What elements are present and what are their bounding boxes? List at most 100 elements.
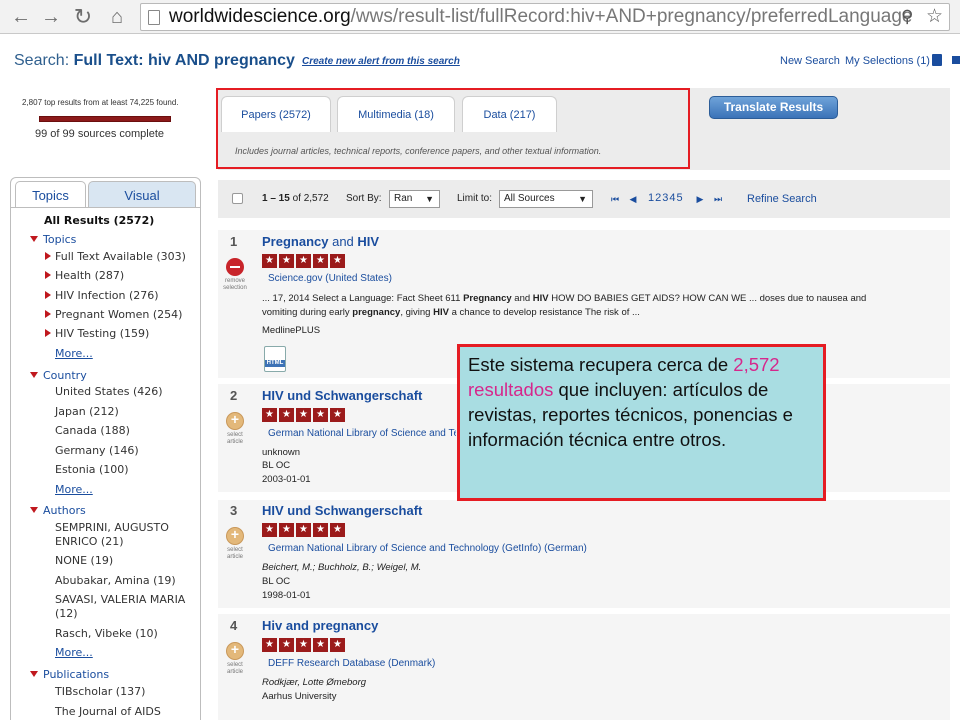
result-source[interactable]: Science.gov (United States) (268, 273, 392, 284)
star-icon: ★ (296, 638, 311, 652)
collapse-triangle-icon[interactable] (30, 507, 38, 513)
facet-item[interactable]: SEMPRINI, AUGUSTO (55, 521, 169, 534)
html-file-icon[interactable]: HTML (264, 346, 286, 372)
facet-more-link[interactable]: More... (55, 347, 93, 360)
result-title[interactable]: Pregnancy and HIV (262, 234, 379, 249)
result-meta: 1998-01-01 (262, 590, 311, 601)
trash-icon[interactable] (932, 54, 942, 66)
facet-item[interactable]: HIV Infection (276) (55, 289, 159, 302)
result-source[interactable]: German National Library of Science and T… (268, 428, 456, 439)
facet-item[interactable]: Health (287) (55, 269, 124, 282)
all-results-link[interactable]: All Results (2572) (44, 214, 154, 227)
expand-triangle-icon[interactable] (45, 252, 51, 260)
collapse-triangle-icon[interactable] (30, 372, 38, 378)
facet-item[interactable]: The Journal of AIDS (55, 705, 161, 718)
facet-item[interactable]: Canada (188) (55, 424, 130, 437)
facet-item[interactable]: United States (426) (55, 385, 163, 398)
home-icon[interactable]: ⌂ (106, 6, 128, 28)
star-icon: ★ (262, 408, 277, 422)
facet-item[interactable]: HIV Testing (159) (55, 327, 149, 340)
next-page-icon[interactable]: ▶ (695, 194, 705, 204)
sidebar-tab-divider (10, 207, 201, 208)
expand-triangle-icon[interactable] (45, 329, 51, 337)
bookmark-star-icon[interactable]: ☆ (926, 5, 943, 28)
star-rating: ★ ★ ★ ★ ★ (262, 638, 345, 652)
select-article-icon[interactable] (226, 526, 244, 545)
result-number: 1 (230, 234, 238, 249)
limit-select[interactable]: All Sources ▼ (499, 190, 593, 208)
collapse-triangle-icon[interactable] (30, 236, 38, 242)
search-icon[interactable]: ⚲ (901, 7, 913, 27)
result-title[interactable]: HIV und Schwangerschaft (262, 503, 422, 518)
star-icon: ★ (296, 254, 311, 268)
sidebar-tab-topics[interactable]: Topics (15, 181, 86, 208)
facet-item[interactable]: (12) (55, 607, 78, 620)
star-icon: ★ (313, 523, 328, 537)
facet-item[interactable]: NONE (19) (55, 554, 113, 567)
url-text: worldwidescience.org/wws/result-list/ful… (169, 6, 913, 27)
star-icon: ★ (330, 408, 345, 422)
facet-item[interactable]: Pregnant Women (254) (55, 308, 182, 321)
star-icon: ★ (279, 408, 294, 422)
facet-item[interactable]: SAVASI, VALERIA MARIA (55, 593, 185, 606)
page-numbers[interactable]: 12345 (648, 192, 684, 204)
last-page-icon[interactable]: ⏭ (713, 194, 723, 204)
facet-heading-topics[interactable]: Topics (43, 233, 76, 246)
first-page-icon[interactable]: ⏮ (610, 194, 620, 204)
facet-heading-country[interactable]: Country (43, 369, 87, 382)
back-arrow-icon[interactable]: ← (10, 6, 32, 28)
sort-select[interactable]: Ran ▼ (389, 190, 440, 208)
facet-more-link[interactable]: More... (55, 483, 93, 496)
dropdown-arrow-icon: ▼ (425, 194, 434, 204)
star-icon: ★ (262, 254, 277, 268)
facet-more-link[interactable]: More... (55, 646, 93, 659)
sources-complete-text: 99 of 99 sources complete (35, 128, 165, 140)
facet-item[interactable]: Estonia (100) (55, 463, 129, 476)
star-icon: ★ (296, 523, 311, 537)
result-title[interactable]: Hiv and pregnancy (262, 618, 378, 633)
result-title[interactable]: HIV und Schwangerschaft (262, 388, 422, 403)
refine-search-link[interactable]: Refine Search (747, 193, 817, 205)
collapse-triangle-icon[interactable] (30, 671, 38, 677)
expand-triangle-icon[interactable] (45, 291, 51, 299)
star-icon: ★ (279, 638, 294, 652)
facet-item[interactable]: Germany (146) (55, 444, 139, 457)
results-found-text: 2,807 top results from at least 74,225 f… (22, 98, 179, 107)
translate-results-button[interactable]: Translate Results (709, 96, 838, 119)
facet-item[interactable]: Abubakar, Amina (19) (55, 574, 176, 587)
facet-item[interactable]: ENRICO (21) (55, 535, 123, 548)
facet-item[interactable]: Rasch, Vibeke (10) (55, 627, 158, 640)
select-all-checkbox[interactable] (232, 193, 243, 204)
remove-selection-icon[interactable] (226, 258, 244, 276)
address-bar[interactable]: worldwidescience.org/wws/result-list/ful… (140, 3, 950, 31)
page-icon (148, 10, 160, 25)
highlight-box-tabs (216, 88, 690, 169)
sort-label: Sort By: (346, 193, 382, 204)
expand-triangle-icon[interactable] (45, 310, 51, 318)
result-source[interactable]: DEFF Research Database (Denmark) (268, 658, 435, 669)
create-alert-link[interactable]: Create new alert from this search (302, 56, 460, 67)
forward-arrow-icon[interactable]: → (40, 6, 62, 28)
star-icon: ★ (279, 523, 294, 537)
select-article-icon[interactable] (226, 641, 244, 660)
sidebar-tab-visual[interactable]: Visual (88, 181, 196, 208)
print-icon[interactable] (952, 56, 960, 64)
results-range: 1 – 15 of 2,572 (262, 193, 329, 204)
result-source[interactable]: German National Library of Science and T… (268, 543, 587, 554)
facet-heading-authors[interactable]: Authors (43, 504, 86, 517)
reload-icon[interactable]: ↻ (72, 6, 94, 28)
facet-item[interactable]: TIBscholar (137) (55, 685, 145, 698)
my-selections-link[interactable]: My Selections (1) (845, 55, 930, 67)
facet-heading-publications[interactable]: Publications (43, 668, 109, 681)
star-rating: ★ ★ ★ ★ ★ (262, 254, 345, 268)
dropdown-arrow-icon: ▼ (578, 194, 587, 204)
select-article-icon[interactable] (226, 411, 244, 430)
facet-item[interactable]: Japan (212) (55, 405, 119, 418)
icon-caption: select article (226, 662, 243, 675)
prev-page-icon[interactable]: ◀ (628, 194, 638, 204)
facet-item[interactable]: Full Text Available (303) (55, 250, 186, 263)
star-icon: ★ (262, 638, 277, 652)
new-search-link[interactable]: New Search (780, 55, 840, 67)
expand-triangle-icon[interactable] (45, 271, 51, 279)
star-icon: ★ (313, 408, 328, 422)
